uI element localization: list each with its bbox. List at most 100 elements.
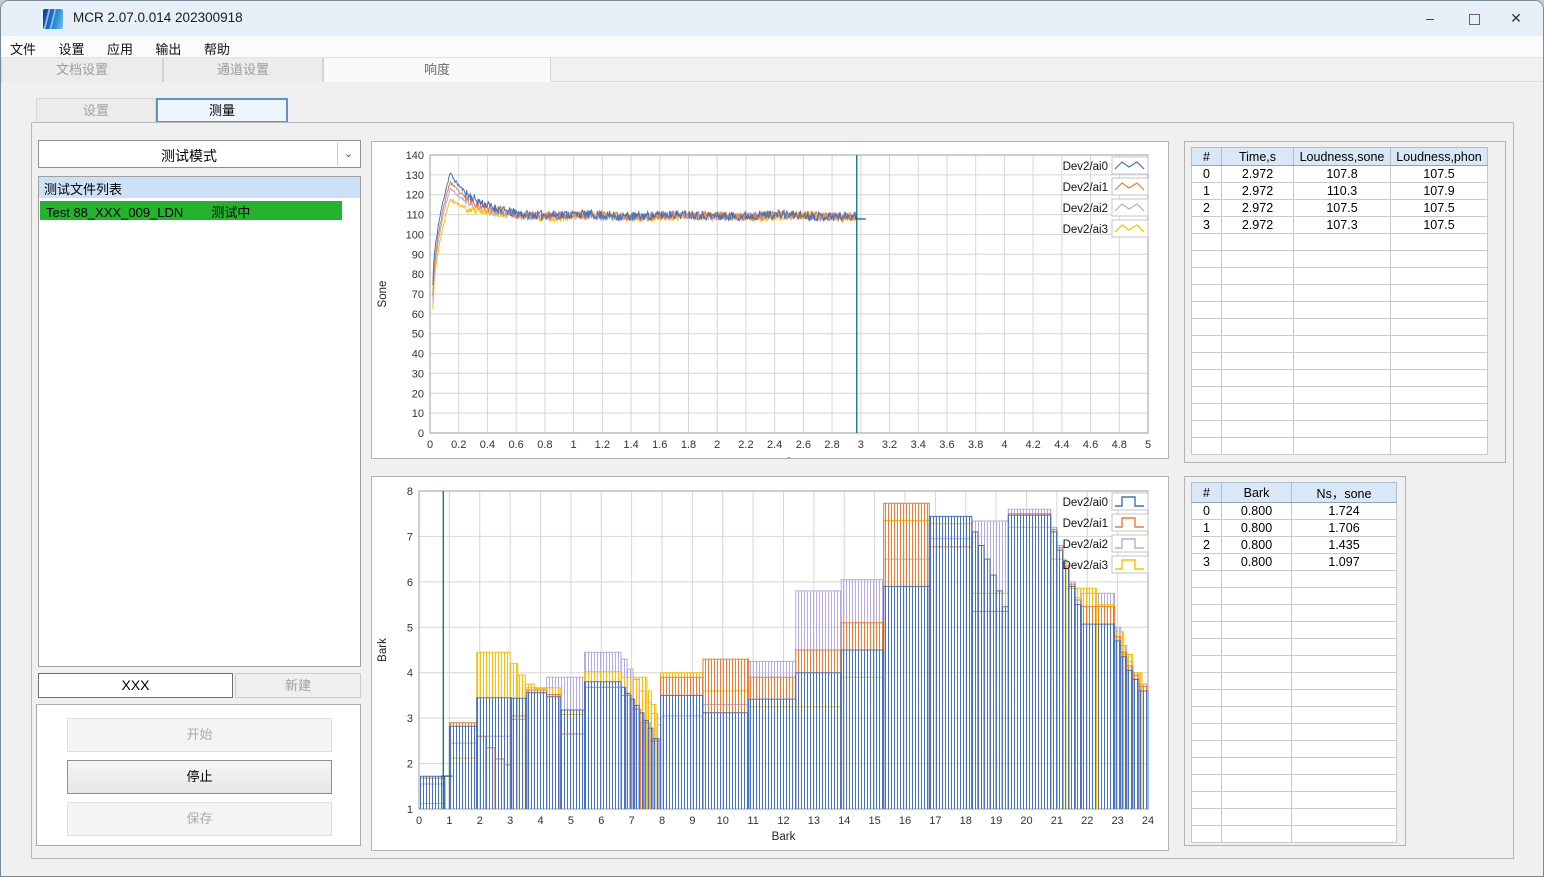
close-button[interactable]: ✕ (1499, 5, 1533, 32)
loudness-time-chart[interactable]: 0 0.2 0.4 0.6 0.8 1 1.2 1.4 1.6 1.8 2 2.2 2.4 2.6 2.8 3… (372, 142, 1168, 467)
specific-loudness-table[interactable]: # Bark Ns，sone 0 0.800 1.724 1 0.800 1.706 2 0.800… (1191, 482, 1397, 843)
table-row[interactable] (1191, 791, 1397, 809)
table-cell (1291, 706, 1397, 724)
table-row[interactable]: 3 2.972 107.3 107.5 (1191, 216, 1488, 234)
table-row[interactable] (1191, 437, 1488, 455)
table-row[interactable] (1191, 672, 1397, 690)
svg-text:3: 3 (858, 439, 864, 451)
menu-file[interactable]: 文件 (1, 36, 45, 58)
table-row[interactable] (1191, 233, 1488, 251)
table-row[interactable] (1191, 808, 1397, 826)
table-row[interactable] (1191, 604, 1397, 622)
chevron-down-icon[interactable]: ⌄ (337, 142, 359, 166)
save-button[interactable]: 保存 (67, 802, 332, 836)
test-mode-select[interactable]: 测试模式 ⌄ (38, 140, 361, 168)
table-cell (1390, 335, 1488, 353)
table-row[interactable] (1191, 689, 1397, 707)
table-row[interactable] (1191, 386, 1488, 404)
svg-text:0: 0 (416, 815, 422, 827)
test-mode-value: 测试模式 (161, 148, 217, 164)
menu-help[interactable]: 帮助 (195, 36, 239, 58)
maximize-button[interactable] (1457, 5, 1491, 32)
table-row[interactable] (1191, 335, 1488, 353)
svg-text:3: 3 (407, 713, 413, 725)
table-row[interactable]: 3 0.800 1.097 (1191, 553, 1397, 571)
svg-text:17: 17 (929, 815, 941, 827)
svg-text:1: 1 (407, 804, 413, 816)
loudness-table[interactable]: # Time,s Loudness,sone Loudness,phon 0 2.972 1… (1191, 147, 1488, 455)
table-row[interactable] (1191, 420, 1488, 438)
specific-loudness-chart[interactable]: 0 1 2 3 4 5 6 7 8 9 10 11 12 13 14 15 16 17 18 19 20 21 22 23 24… (372, 477, 1168, 850)
table-cell: 1.724 (1291, 502, 1397, 520)
svg-text:1.8: 1.8 (681, 439, 696, 451)
table-row[interactable] (1191, 284, 1488, 302)
table-row[interactable] (1191, 825, 1397, 843)
table-row[interactable] (1191, 318, 1488, 336)
svg-text:3.6: 3.6 (939, 439, 954, 451)
table-row[interactable] (1191, 250, 1488, 268)
svg-text:1.6: 1.6 (652, 439, 667, 451)
table-row[interactable] (1191, 301, 1488, 319)
subtab-measure[interactable]: 测量 (156, 98, 288, 123)
table-cell (1221, 757, 1292, 775)
table-row[interactable] (1191, 723, 1397, 741)
table-row[interactable] (1191, 352, 1488, 370)
svg-text:4.8: 4.8 (1112, 439, 1127, 451)
column-header: Time,s (1221, 147, 1294, 166)
app-logo-icon (43, 9, 63, 29)
table-row[interactable] (1191, 369, 1488, 387)
table-cell (1221, 369, 1294, 387)
menu-settings[interactable]: 设置 (49, 36, 93, 58)
new-button[interactable]: 新建 (235, 673, 361, 698)
table-cell (1191, 604, 1222, 622)
menu-apply[interactable]: 应用 (98, 36, 142, 58)
table-row[interactable]: 0 2.972 107.8 107.5 (1191, 165, 1488, 183)
svg-text:2.2: 2.2 (738, 439, 753, 451)
table-row[interactable] (1191, 757, 1397, 775)
table-cell (1291, 825, 1397, 843)
start-button[interactable]: 开始 (67, 718, 332, 752)
table-row[interactable] (1191, 621, 1397, 639)
svg-text:2: 2 (407, 759, 413, 771)
table-cell (1221, 403, 1294, 421)
table-cell (1221, 825, 1292, 843)
table-row[interactable]: 1 0.800 1.706 (1191, 519, 1397, 537)
column-header: Loudness,sone (1293, 147, 1391, 166)
table-row[interactable] (1191, 706, 1397, 724)
tab-document-settings[interactable]: 文档设置 (1, 58, 163, 82)
table-cell: 2 (1191, 536, 1222, 554)
tab-loudness[interactable]: 响度 (323, 58, 551, 82)
table-row[interactable] (1191, 740, 1397, 758)
table-row[interactable] (1191, 774, 1397, 792)
table-row[interactable] (1191, 587, 1397, 605)
svg-text:Dev2/ai3: Dev2/ai3 (1063, 224, 1108, 236)
tab-channel-settings[interactable]: 通道设置 (163, 58, 323, 82)
stop-button[interactable]: 停止 (67, 760, 332, 794)
file-name-input[interactable]: XXX (38, 673, 233, 698)
table-cell (1293, 420, 1391, 438)
table-cell (1221, 587, 1292, 605)
table-cell (1191, 723, 1222, 741)
list-item[interactable]: Test 88_XXX_009_LDN 测试中 (40, 201, 342, 220)
table-cell: 3 (1191, 216, 1222, 234)
test-file-name: Test 88_XXX_009_LDN (46, 205, 184, 220)
test-file-list-header: 测试文件列表 (39, 177, 360, 198)
subtab-settings[interactable]: 设置 (36, 98, 156, 123)
table-row[interactable]: 1 2.972 110.3 107.9 (1191, 182, 1488, 200)
minimize-button[interactable]: – (1413, 5, 1447, 32)
svg-text:90: 90 (412, 249, 424, 261)
svg-text:4: 4 (407, 668, 413, 680)
svg-text:23: 23 (1112, 815, 1124, 827)
menu-output[interactable]: 输出 (146, 36, 190, 58)
column-header: Loudness,phon (1390, 147, 1488, 166)
table-row[interactable]: 0 0.800 1.724 (1191, 502, 1397, 520)
test-file-list-body[interactable]: Test 88_XXX_009_LDN 测试中 (39, 198, 360, 666)
table-row[interactable]: 2 0.800 1.435 (1191, 536, 1397, 554)
table-row[interactable] (1191, 267, 1488, 285)
table-row[interactable] (1191, 655, 1397, 673)
table-row[interactable] (1191, 403, 1488, 421)
control-group: 开始 停止 保存 (36, 704, 361, 846)
table-row[interactable] (1191, 638, 1397, 656)
table-row[interactable] (1191, 570, 1397, 588)
table-row[interactable]: 2 2.972 107.5 107.5 (1191, 199, 1488, 217)
